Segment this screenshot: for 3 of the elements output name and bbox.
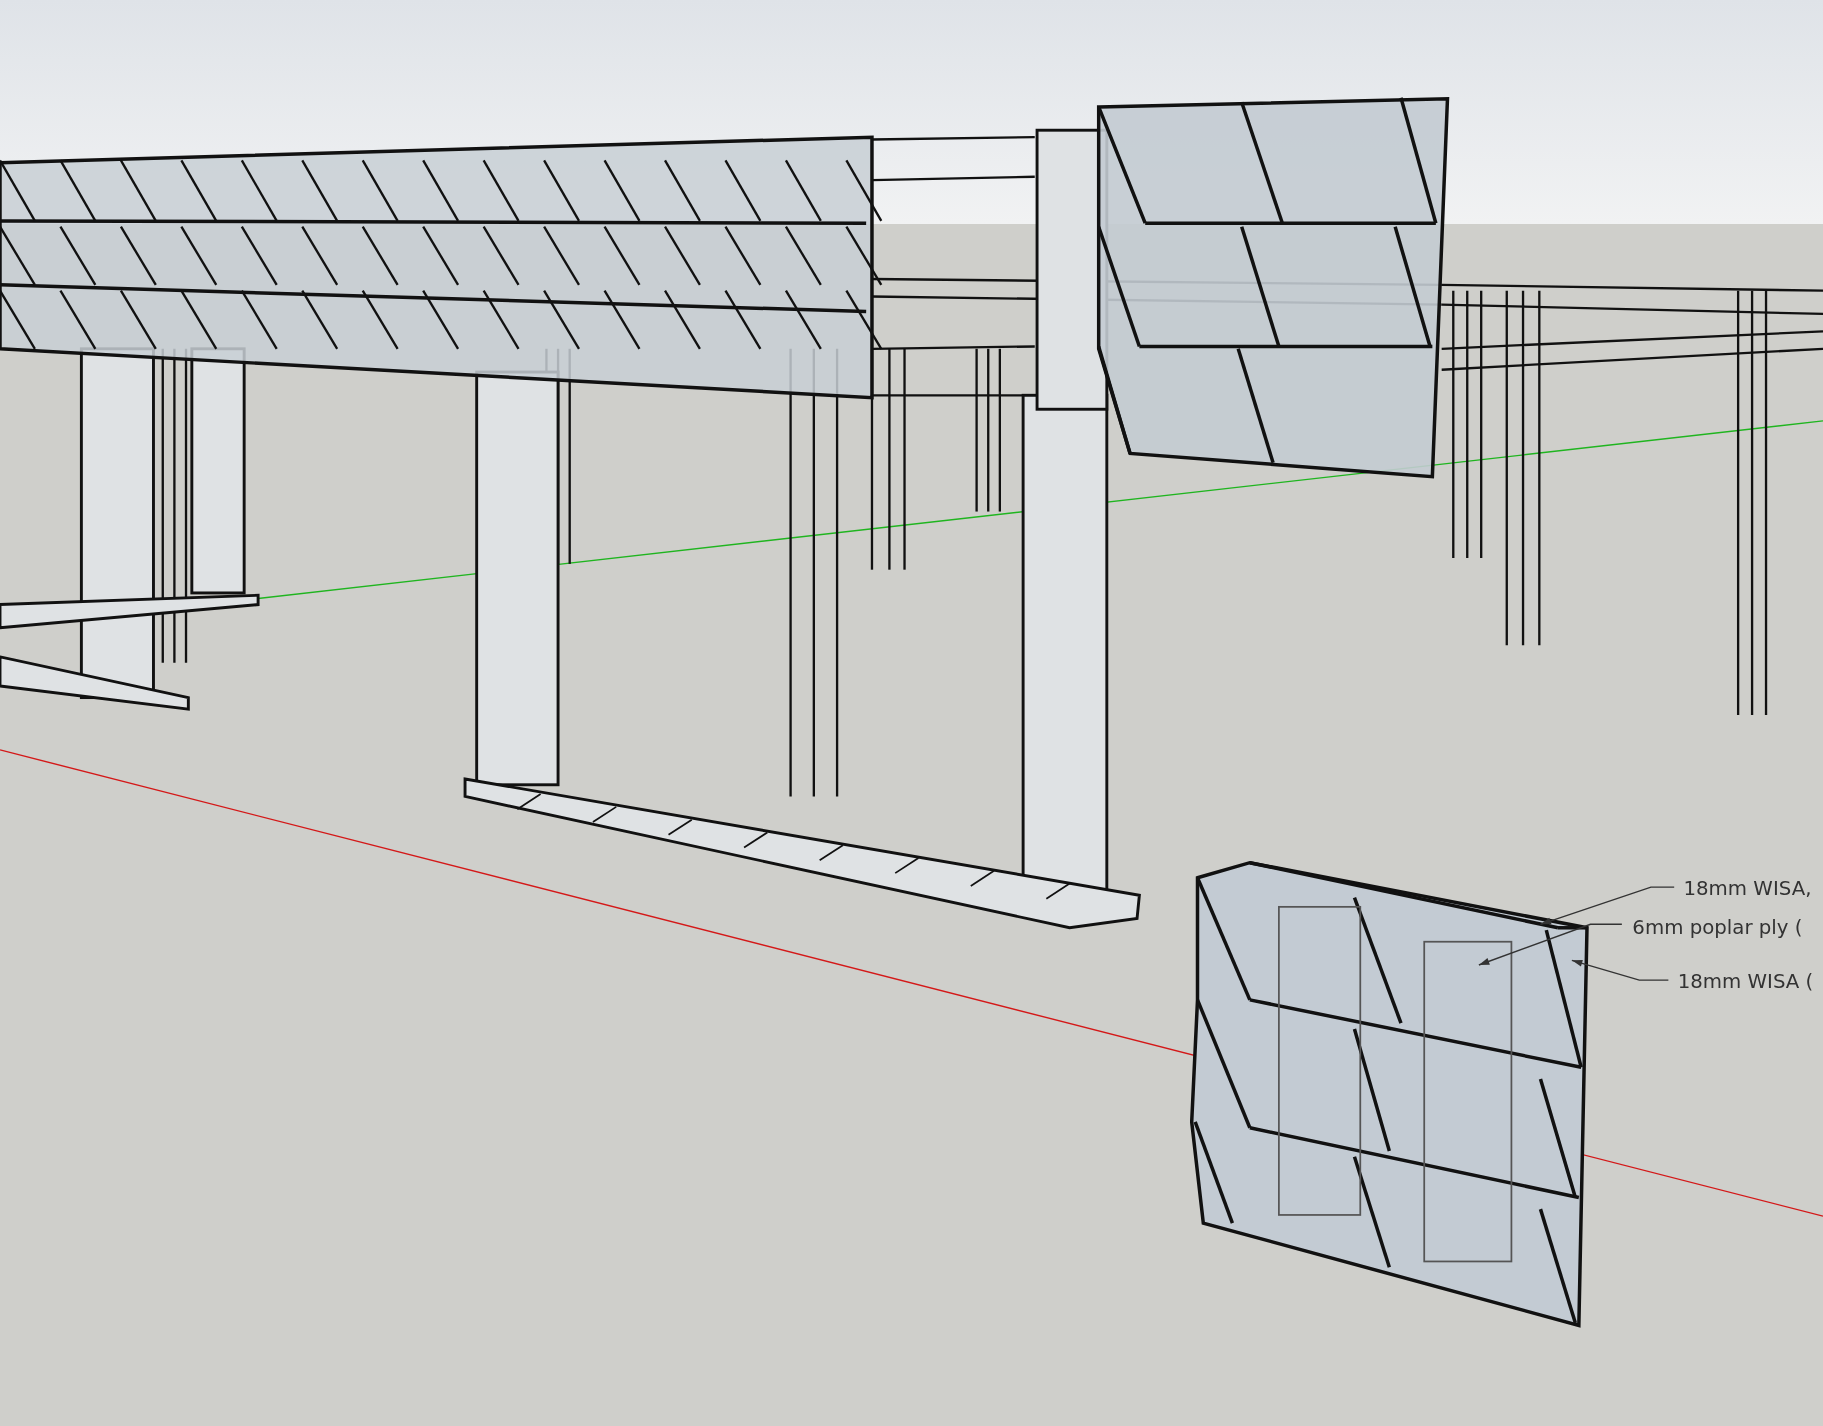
annotation-label: 6mm poplar ply ( (1632, 915, 1803, 939)
annotation-label: 18mm WISA, (1683, 877, 1812, 901)
annotation-label: 18mm WISA ( (1677, 970, 1814, 994)
